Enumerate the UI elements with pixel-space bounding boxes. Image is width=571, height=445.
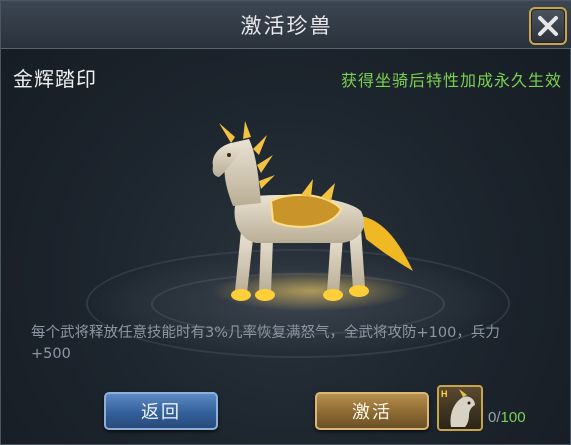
golden-horse-mount-icon	[211, 121, 413, 311]
item-badge: H	[441, 389, 448, 399]
material-item-slot[interactable]: H	[437, 385, 483, 431]
back-button[interactable]: 返回	[104, 392, 218, 430]
material-count: 0/100	[488, 409, 526, 426]
material-need: 100	[500, 409, 526, 426]
close-x-icon	[538, 16, 558, 36]
mount-name: 金辉踏印	[13, 67, 97, 91]
activate-button[interactable]: 激活	[315, 392, 429, 430]
close-button[interactable]	[529, 7, 567, 45]
dialog-title: 激活珍兽	[240, 14, 333, 38]
dialog-titlebar: 激活珍兽	[1, 1, 571, 49]
mount-description: 每个武将释放任意技能时有3%几率恢复满怒气，全武将攻防+100，兵力+500	[31, 325, 500, 362]
activate-mount-dialog: 激活珍兽 金辉踏印 获得坐骑后特性加成永久生效 每个武将释放任意技能时有3%几率…	[0, 0, 571, 445]
mount-effect-hint: 获得坐骑后特性加成永久生效	[340, 71, 562, 90]
